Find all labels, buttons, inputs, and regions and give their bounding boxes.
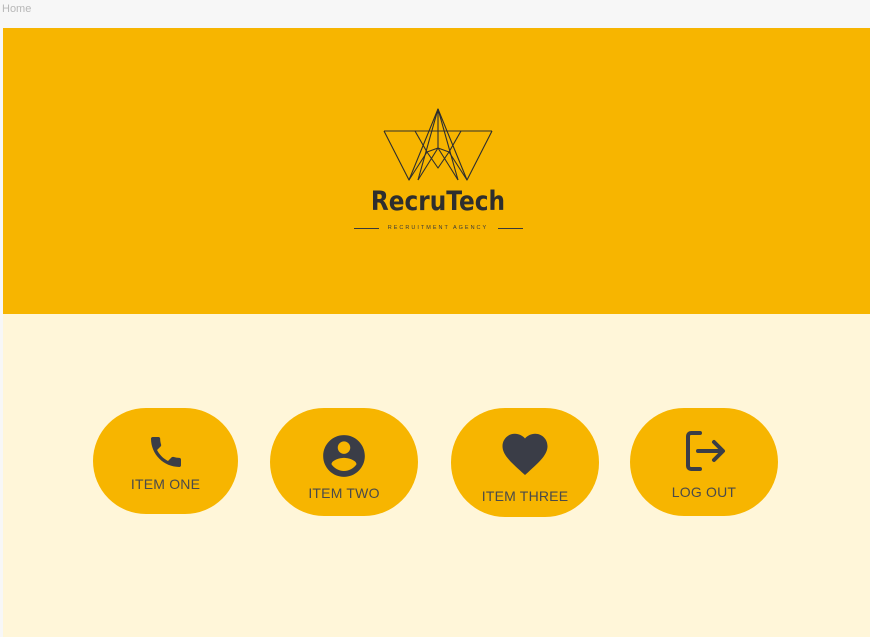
account-circle-icon (323, 435, 365, 477)
tagline-divider-right (498, 228, 523, 229)
logout-icon (686, 431, 725, 471)
phone-icon (150, 437, 181, 467)
item-three-button[interactable]: ITEM THREE (451, 408, 599, 517)
geometric-mountain-logo-icon (383, 108, 493, 181)
breadcrumb-home[interactable]: Home (2, 3, 31, 15)
item-one-button[interactable]: ITEM ONE (93, 408, 238, 514)
tagline-row: RECRUITMENT AGENCY (351, 224, 525, 234)
main-content: ITEM ONE ITEM TWO ITEM THREE LOG OUT (3, 314, 870, 637)
item-two-button[interactable]: ITEM TWO (270, 408, 418, 516)
item-two-label: ITEM TWO (308, 485, 380, 501)
brand-tagline: RECRUITMENT AGENCY (387, 225, 489, 231)
heart-icon (502, 433, 548, 476)
item-one-label: ITEM ONE (130, 476, 201, 492)
log-out-button[interactable]: LOG OUT (630, 408, 778, 516)
brand-name: RecruTech (370, 186, 506, 217)
tagline-divider-left (354, 228, 379, 229)
top-bar: Home (0, 0, 870, 28)
item-three-label: ITEM THREE (481, 488, 569, 504)
log-out-label: LOG OUT (671, 484, 737, 500)
brand-logo: RecruTech RECRUITMENT AGENCY (351, 108, 525, 234)
hero-banner: RecruTech RECRUITMENT AGENCY (3, 28, 870, 314)
